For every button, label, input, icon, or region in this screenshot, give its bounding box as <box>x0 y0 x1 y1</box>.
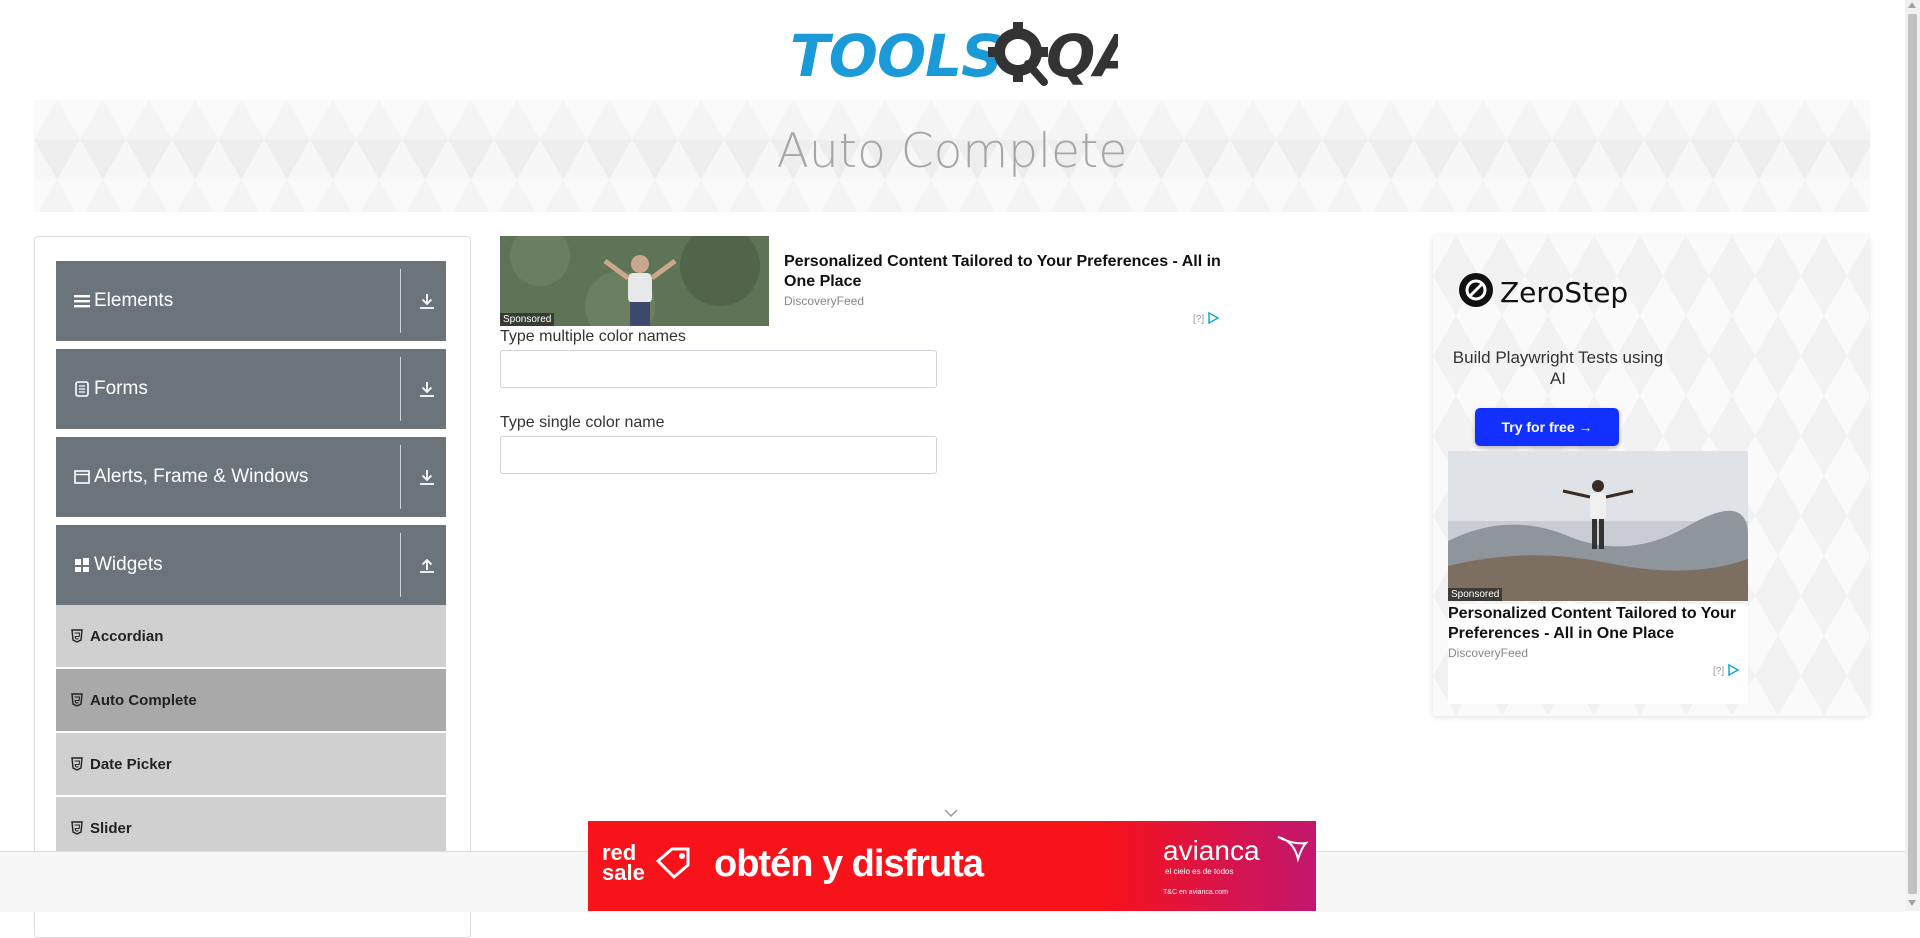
ad-source[interactable]: DiscoveryFeed <box>1448 646 1528 660</box>
red-sale-logo: red sale <box>602 842 645 885</box>
download-arrow-icon[interactable] <box>418 380 436 398</box>
ad-top[interactable]: Sponsored Personalized Content Tailored … <box>500 236 1230 328</box>
page-scrollbar[interactable] <box>1905 0 1920 911</box>
zerostep-name: ZeroStep <box>1500 276 1629 309</box>
ad-headline[interactable]: Personalized Content Tailored to Your Pr… <box>784 252 1234 292</box>
adchoices-button[interactable]: [?] <box>1713 663 1740 679</box>
adchoices-label: [?] <box>1193 314 1205 325</box>
sidebar-group-label: Elements <box>94 290 174 311</box>
sidebar-group-widgets[interactable]: Widgets <box>56 525 446 605</box>
upload-arrow-icon[interactable] <box>418 556 436 574</box>
window-icon <box>73 468 91 486</box>
sidebar-item-label: Slider <box>90 819 132 837</box>
adchoices-label: [?] <box>1713 666 1725 677</box>
ad-source[interactable]: DiscoveryFeed <box>784 294 864 308</box>
avianca-brand: avianca <box>1163 835 1260 866</box>
widgets-icon <box>73 556 91 574</box>
sidebar-item-date-picker[interactable]: Date Picker <box>56 733 446 796</box>
multiple-colors-input[interactable] <box>500 350 937 388</box>
html5-icon <box>70 757 84 771</box>
logo-text-tools: TOOLS <box>790 22 1002 90</box>
multiple-colors-label: Type multiple color names <box>500 328 686 345</box>
download-arrow-icon[interactable] <box>418 468 436 486</box>
ad-headline[interactable]: Personalized Content Tailored to Your Pr… <box>1448 604 1758 644</box>
adchoices-icon <box>1727 663 1740 679</box>
sponsored-badge: Sponsored <box>500 313 555 326</box>
sidebar-item-accordian[interactable]: Accordian <box>56 605 446 668</box>
single-color-label: Type single color name <box>500 414 665 431</box>
scrollbar-thumb[interactable] <box>1908 14 1917 894</box>
sidebar-item-label: Date Picker <box>90 755 172 773</box>
page-title: Auto Complete <box>776 124 1128 179</box>
toolsqa-logo[interactable]: TOOLS QA <box>790 14 1139 92</box>
sidebar-group-alerts[interactable]: Alerts, Frame & Windows <box>56 437 446 517</box>
ad-bottom-banner[interactable]: red sale obtén y disfruta avianca el cie… <box>588 821 1316 911</box>
red-sale-line2: sale <box>602 860 645 885</box>
chevron-down-icon[interactable] <box>943 805 959 818</box>
divider <box>400 533 401 597</box>
page-banner: Auto Complete <box>34 100 1870 212</box>
logo-text-qa: QA <box>1046 22 1118 90</box>
bird-logo-icon <box>1274 831 1309 870</box>
ad-image[interactable]: Sponsored <box>500 236 769 326</box>
sidebar-item-label: Accordian <box>90 627 164 645</box>
sidebar-group-forms[interactable]: Forms <box>56 349 446 429</box>
avianca-tagline: el cielo es de todos <box>1165 867 1234 876</box>
divider <box>400 269 401 333</box>
zerostep-ad[interactable]: ZeroStep Build Playwright Tests using AI… <box>1448 250 1663 446</box>
html5-icon <box>70 693 84 707</box>
scroll-down-arrow-icon[interactable] <box>1908 900 1916 906</box>
html5-icon <box>70 629 84 643</box>
zerostep-brand: ZeroStep <box>1458 272 1628 313</box>
sidebar-item-label: Auto Complete <box>90 691 197 709</box>
zerostep-logo-icon <box>1458 272 1494 313</box>
single-color-input[interactable] <box>500 436 937 474</box>
ad-fine-print: T&C en avianca.com <box>1163 889 1228 896</box>
adchoices-button[interactable]: [?] <box>1193 311 1220 327</box>
try-for-free-button[interactable]: Try for free → <box>1475 408 1619 446</box>
download-arrow-icon[interactable] <box>418 292 436 310</box>
sidebar-group-label: Forms <box>94 378 148 399</box>
ad-headline: obtén y disfruta <box>714 843 984 885</box>
sidebar-group-elements[interactable]: Elements <box>56 261 446 341</box>
ad-right[interactable]: ZeroStep Build Playwright Tests using AI… <box>1433 236 1869 716</box>
sidebar: Elements Forms Alerts, Frame & Windows W… <box>34 236 471 938</box>
hamburger-icon <box>73 292 91 310</box>
ad-image[interactable]: Sponsored <box>1448 451 1748 601</box>
sidebar-group-label: Widgets <box>94 554 163 575</box>
divider <box>400 357 401 421</box>
sponsored-badge: Sponsored <box>1448 588 1503 601</box>
adchoices-icon <box>1207 311 1220 327</box>
zerostep-tagline: Build Playwright Tests using AI <box>1452 348 1664 388</box>
divider <box>400 445 401 509</box>
sidebar-group-label: Alerts, Frame & Windows <box>94 466 309 487</box>
scroll-up-arrow-icon[interactable] <box>1908 2 1916 8</box>
sidebar-item-auto-complete[interactable]: Auto Complete <box>56 669 446 732</box>
tag-icon <box>654 845 694 886</box>
html5-icon <box>70 821 84 835</box>
document-icon <box>73 380 91 398</box>
